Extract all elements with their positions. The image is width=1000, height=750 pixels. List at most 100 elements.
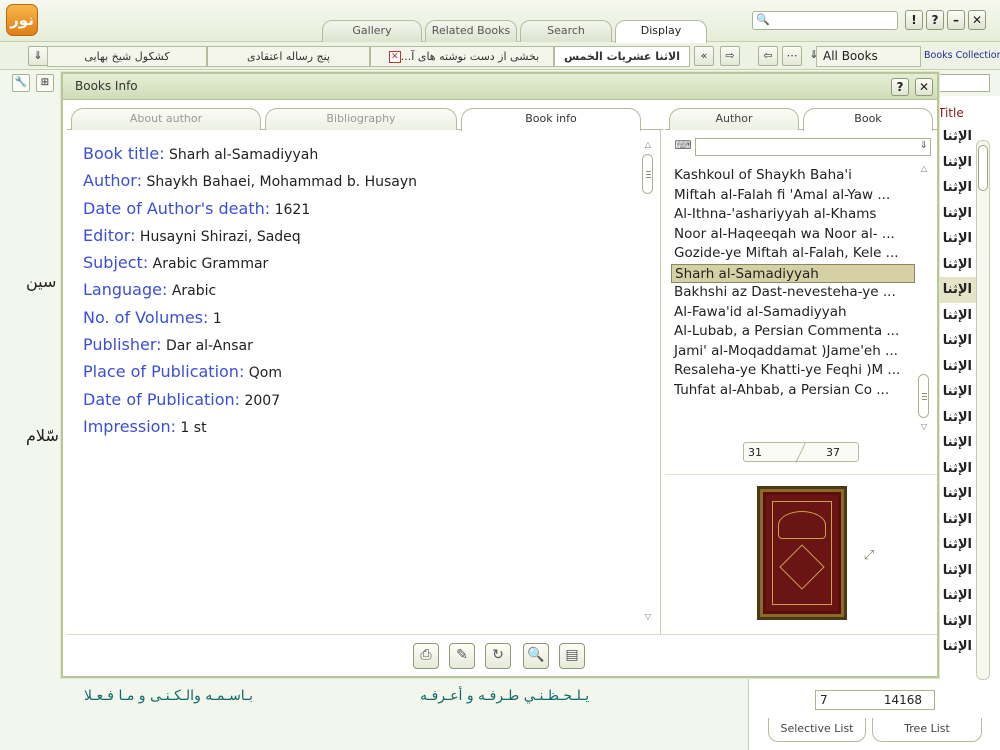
tabs-dropdown-icon[interactable]: ⇓ xyxy=(28,46,48,66)
list-item[interactable]: الإثنا xyxy=(936,354,976,380)
doc-tab-bakhshi[interactable]: بخشی از دست نوشته های آ...✕ xyxy=(370,46,554,67)
info-scrollbar[interactable]: △ ▽ xyxy=(641,140,655,624)
app-logo[interactable]: نور xyxy=(6,4,38,36)
help-button[interactable]: ? xyxy=(926,10,944,30)
book-list-item[interactable]: Al-Lubab, a Persian Commenta ... xyxy=(671,322,915,342)
forward-arrow-icon[interactable]: ⇨ xyxy=(720,46,740,66)
minimize-button[interactable]: – xyxy=(947,10,965,30)
list-item[interactable]: الإثنا xyxy=(936,583,976,609)
tab-tree-list[interactable]: Tree List xyxy=(872,718,982,742)
export-icon[interactable]: ↻ xyxy=(485,643,511,669)
dialog-toolbar: ⎙ ✎ ↻ 🔍 ▤ xyxy=(67,634,937,676)
collection-select[interactable]: All Books xyxy=(816,46,921,67)
doc-tab-ithna-ashariyyat[interactable]: الاثنا عشريات الخمس xyxy=(554,46,690,67)
doc-tab-panj-resaleh[interactable]: پنج رساله اعتقادی xyxy=(207,46,370,67)
book-list-item[interactable]: Gozide-ye Miftah al-Falah, Kele ... xyxy=(671,244,915,264)
list-item[interactable]: الإثنا xyxy=(936,507,976,533)
arabic-title-list: الإثنا الإثنا الإثنا الإثنا الإثنا الإثنا الإث… xyxy=(936,124,976,660)
info-row: Subject: Arabic Grammar xyxy=(83,253,417,280)
keyboard-icon[interactable]: ⌨ xyxy=(673,138,693,154)
book-list-item[interactable]: Jami' al-Moqaddamat )Jame'eh ... xyxy=(671,342,915,362)
list-item[interactable]: الإثنا xyxy=(936,430,976,456)
book-list-item[interactable]: Noor al-Haqeeqah wa Noor al- ... xyxy=(671,225,915,245)
list-item[interactable]: الإثنا xyxy=(936,456,976,482)
list-item[interactable]: الإثنا xyxy=(936,226,976,252)
list-item[interactable]: الإثنا xyxy=(936,634,976,660)
list-item[interactable]: الإثنا xyxy=(936,150,976,176)
printer-icon[interactable]: ⎙ xyxy=(413,643,439,669)
list-item[interactable]: الإثنا xyxy=(936,532,976,558)
book-list-item-selected[interactable]: Sharh al-Samadiyyah xyxy=(671,263,915,283)
info-value: Qom xyxy=(248,365,283,382)
dialog-close-button[interactable]: ✕ xyxy=(915,78,933,96)
book-pager[interactable]: 31 37 xyxy=(743,442,859,464)
list-item[interactable]: الإثنا xyxy=(936,124,976,150)
book-list-item[interactable]: Resaleha-ye Khatti-ye Feqhi )M ... xyxy=(671,361,915,381)
tab-author[interactable]: Author xyxy=(669,108,799,130)
book-list-item[interactable]: Kashkoul of Shaykh Baha'i xyxy=(671,166,915,186)
list-item[interactable]: الإثنا xyxy=(936,379,976,405)
book-list-scrollbar[interactable]: △ ▽ xyxy=(917,164,931,432)
scroll-down-icon[interactable]: ▽ xyxy=(917,422,931,431)
edit-icon[interactable]: ✎ xyxy=(449,643,475,669)
background-verse-2: بـاسـمـه والـكـنـى و مـا فـعـلا xyxy=(84,688,254,704)
book-search-input[interactable]: ⇓ xyxy=(695,138,931,156)
notes-icon[interactable]: ▤ xyxy=(559,643,585,669)
list-item[interactable]: الإثنا xyxy=(936,405,976,431)
list-item[interactable]: الإثنا xyxy=(936,252,976,278)
tab-selective-list[interactable]: Selective List xyxy=(768,718,866,742)
list-pager[interactable]: 7 14168 xyxy=(815,690,935,710)
book-list-item[interactable]: Al-Fawa'id al-Samadiyyah xyxy=(671,303,915,323)
book-list-item[interactable]: Bakhshi az Dast-nevesteha-ye ... xyxy=(671,283,915,303)
tab-search[interactable]: Search xyxy=(520,20,612,42)
tab-gallery[interactable]: Gallery xyxy=(322,20,422,42)
tab-related-books[interactable]: Related Books xyxy=(425,20,517,42)
book-list-item[interactable]: Tuhfat al-Ahbab, a Persian Co ... xyxy=(671,381,915,401)
list-item[interactable]: الإثنا xyxy=(936,609,976,635)
list-item[interactable]: الإثنا xyxy=(936,277,976,303)
book-list-item[interactable]: Miftah al-Falah fi 'Amal al-Yaw ... xyxy=(671,186,915,206)
list-item[interactable]: الإثنا xyxy=(936,201,976,227)
alert-button[interactable]: ! xyxy=(905,10,923,30)
book-list-item[interactable]: Al-Ithna-'ashariyyah al-Khams xyxy=(671,205,915,225)
close-button[interactable]: ✕ xyxy=(968,10,986,30)
list-item[interactable]: الإثنا xyxy=(936,481,976,507)
more-icon[interactable]: ⋯ xyxy=(782,46,802,66)
list-scrollbar[interactable] xyxy=(976,140,990,680)
scroll-up-icon[interactable]: △ xyxy=(641,140,655,149)
tabs-scroll-left-icon[interactable]: « xyxy=(694,46,714,66)
tab-book[interactable]: Book xyxy=(803,108,933,131)
pager-current[interactable]: 7 xyxy=(820,693,828,707)
tab-about-author[interactable]: About author xyxy=(71,108,261,130)
back-arrow-icon[interactable]: ⇦ xyxy=(758,46,778,66)
info-row: Author: Shaykh Bahaei, Mohammad b. Husay… xyxy=(83,171,417,198)
dialog-help-button[interactable]: ? xyxy=(891,78,909,96)
list-filter-input[interactable] xyxy=(938,74,990,92)
scroll-down-icon[interactable]: ▽ xyxy=(641,612,655,621)
tab-bibliography[interactable]: Bibliography xyxy=(265,108,457,130)
doc-tab-kashkoul[interactable]: کشکول شیخ بهایی xyxy=(47,46,207,67)
scroll-up-icon[interactable]: △ xyxy=(917,164,931,173)
wrench-icon[interactable]: 🔧 xyxy=(12,74,30,92)
tab-book-info[interactable]: Book info xyxy=(461,108,641,131)
tab-display[interactable]: Display xyxy=(615,20,707,43)
list-item[interactable]: الإثنا xyxy=(936,175,976,201)
global-search-input[interactable]: 🔍 xyxy=(752,11,898,30)
scroll-thumb[interactable] xyxy=(918,374,929,418)
close-tab-icon[interactable]: ✕ xyxy=(388,51,401,63)
scroll-thumb[interactable] xyxy=(642,154,653,194)
scroll-thumb[interactable] xyxy=(978,145,988,191)
download-icon[interactable]: ⇓ xyxy=(920,140,928,151)
pager-current[interactable]: 31 xyxy=(748,446,762,459)
book-info-panel: Book title: Sharh al-Samadiyyah Author: S… xyxy=(67,130,661,634)
list-item[interactable]: الإثنا xyxy=(936,558,976,584)
zoom-icon[interactable]: 🔍 xyxy=(523,643,549,669)
list-item[interactable]: الإثنا xyxy=(936,328,976,354)
info-value: 1 st xyxy=(180,419,207,436)
list-item[interactable]: الإثنا xyxy=(936,303,976,329)
info-tabs: About author Bibliography Book info xyxy=(67,104,663,131)
layout-icon[interactable]: ⊞ xyxy=(36,74,54,92)
expand-icon[interactable]: ⤢ xyxy=(861,548,877,564)
dialog-titlebar[interactable]: Books Info ? ✕ xyxy=(63,74,937,100)
title-column-header[interactable]: Title xyxy=(938,106,964,120)
